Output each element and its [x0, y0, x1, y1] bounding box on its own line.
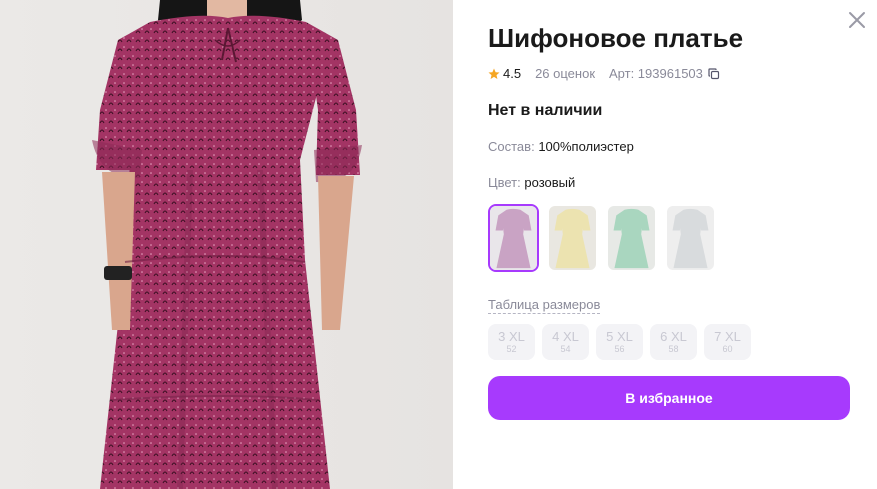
size-ru: 58: [668, 343, 679, 354]
swatch-thumbnail: [667, 206, 714, 270]
composition-value: 100%полиэстер: [538, 139, 634, 154]
color-swatches: [488, 204, 716, 272]
reviews-count[interactable]: 26 оценок: [535, 66, 595, 81]
color-swatch-pink[interactable]: [488, 204, 539, 272]
size-label: 3 XL: [498, 328, 525, 344]
size-label: 5 XL: [606, 328, 633, 344]
size-ru: 60: [722, 343, 733, 354]
color-value: розовый: [524, 175, 576, 190]
product-photo: [0, 0, 453, 489]
color-label: Цвет:: [488, 175, 521, 190]
size-option[interactable]: 4 XL 54: [542, 324, 589, 360]
copy-icon[interactable]: [708, 67, 720, 80]
stock-status: Нет в наличии: [488, 102, 603, 119]
product-title: Шифоновое платье: [488, 23, 744, 53]
size-option[interactable]: 6 XL 58: [650, 324, 697, 360]
product-modal: Шифоновое платье 4.5 26 оценок Арт: 1939…: [0, 0, 877, 489]
size-ru: 56: [614, 343, 625, 354]
color-swatch-grey[interactable]: [665, 204, 716, 272]
swatch-thumbnail: [608, 206, 655, 270]
swatch-thumbnail: [549, 206, 596, 270]
color-line: Цвет: розовый: [488, 175, 575, 190]
article-number: Арт: 193961503: [609, 66, 703, 81]
color-swatch-mint[interactable]: [606, 204, 657, 272]
size-option[interactable]: 3 XL 52: [488, 324, 535, 360]
add-to-favorites-button[interactable]: В избранное: [488, 376, 850, 420]
product-meta: 4.5 26 оценок Арт: 193961503: [488, 66, 720, 81]
color-swatch-yellow[interactable]: [547, 204, 598, 272]
size-label: 4 XL: [552, 328, 579, 344]
size-label: 6 XL: [660, 328, 687, 344]
close-icon[interactable]: [847, 10, 867, 30]
composition-label: Состав:: [488, 139, 535, 154]
composition: Состав: 100%полиэстер: [488, 139, 634, 154]
size-ru: 54: [560, 343, 571, 354]
size-option[interactable]: 5 XL 56: [596, 324, 643, 360]
star-icon: [488, 68, 500, 79]
size-options: 3 XL 52 4 XL 54 5 XL 56 6 XL 58 7 XL 60: [488, 324, 751, 360]
size-ru: 52: [506, 343, 517, 354]
size-label: 7 XL: [714, 328, 741, 344]
size-option[interactable]: 7 XL 60: [704, 324, 751, 360]
swatch-thumbnail: [490, 206, 537, 270]
rating-value: 4.5: [503, 66, 522, 81]
size-table-link[interactable]: Таблица размеров: [488, 297, 601, 314]
